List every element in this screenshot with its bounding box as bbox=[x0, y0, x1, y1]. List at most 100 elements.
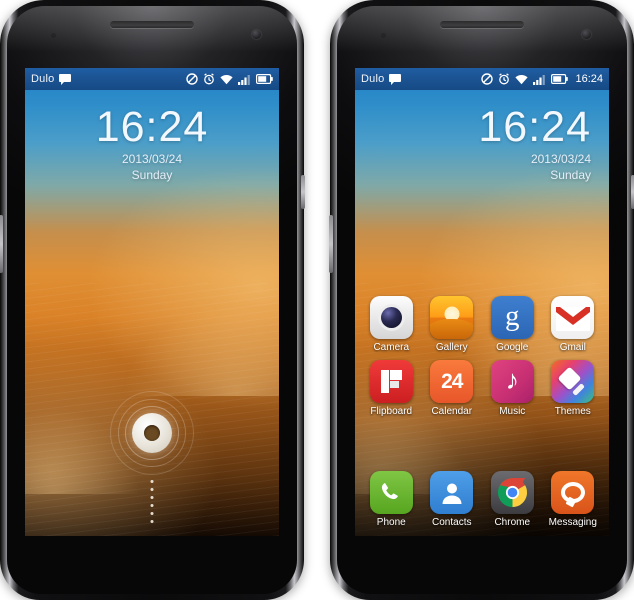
app-chrome[interactable]: Chrome bbox=[482, 471, 543, 528]
home-clock-time: 16:24 bbox=[478, 103, 591, 151]
phone-front-glass: Dulo bbox=[7, 6, 297, 594]
status-bar: Dulo bbox=[25, 68, 279, 90]
app-camera[interactable]: Camera bbox=[361, 296, 422, 353]
status-bar-left: Dulo bbox=[361, 73, 402, 85]
contacts-icon[interactable] bbox=[430, 471, 474, 514]
trail-dot bbox=[150, 480, 154, 483]
proximity-sensor-icon bbox=[381, 33, 386, 38]
music-note-glyph: ♪ bbox=[505, 364, 520, 395]
wifi-icon bbox=[220, 74, 233, 85]
battery-icon bbox=[551, 74, 569, 84]
chrome-icon[interactable] bbox=[490, 471, 534, 514]
app-label: Gallery bbox=[435, 342, 468, 353]
app-gallery[interactable]: Gallery bbox=[422, 296, 483, 353]
trail-dot bbox=[150, 520, 154, 523]
flipboard-bar bbox=[389, 381, 399, 388]
wifi-icon bbox=[515, 74, 529, 85]
speech-bubble-glyph bbox=[560, 482, 585, 503]
dock: Phone Contacts Chrome Messaging bbox=[355, 471, 609, 528]
person-glyph bbox=[442, 483, 462, 504]
app-calendar[interactable]: 24 Calendar bbox=[422, 360, 483, 417]
unlock-ring-handle[interactable] bbox=[132, 413, 172, 453]
app-grid: Camera Gallery g Google Gmail Flipboard … bbox=[355, 296, 609, 424]
app-phone[interactable]: Phone bbox=[361, 471, 422, 528]
trail-dot bbox=[150, 504, 154, 507]
calendar-day-number: 24 bbox=[441, 369, 463, 393]
google-icon[interactable]: g bbox=[490, 296, 534, 339]
status-bar: Dulo bbox=[355, 68, 609, 90]
power-button[interactable] bbox=[301, 175, 305, 209]
mute-icon bbox=[186, 73, 198, 85]
home-clock-widget[interactable]: 16:24 2013/03/24 Sunday bbox=[355, 104, 609, 183]
chrome-glyph bbox=[497, 478, 527, 507]
app-label: Chrome bbox=[494, 517, 531, 528]
app-label: Gmail bbox=[559, 342, 586, 353]
trail-dot bbox=[150, 488, 154, 491]
phone-device-homescreen: Dulo 16:24 16:24 2013/03/24 Sunday Camer… bbox=[329, 0, 634, 600]
phone-icon[interactable] bbox=[369, 471, 413, 514]
earpiece-speaker bbox=[110, 21, 194, 28]
lock-clock-day: Sunday bbox=[131, 168, 173, 182]
app-contacts[interactable]: Contacts bbox=[422, 471, 483, 528]
app-label: Google bbox=[496, 342, 529, 353]
unlock-ring[interactable] bbox=[109, 390, 195, 476]
calendar-icon[interactable]: 24 bbox=[430, 360, 474, 403]
app-flipboard[interactable]: Flipboard bbox=[361, 360, 422, 417]
gmail-icon[interactable] bbox=[551, 296, 595, 339]
front-camera-icon bbox=[252, 30, 261, 39]
camera-icon[interactable] bbox=[369, 296, 413, 339]
volume-button[interactable] bbox=[0, 215, 3, 273]
status-bar-right: 16:24 bbox=[481, 73, 603, 85]
status-bar-right bbox=[186, 73, 273, 85]
battery-icon bbox=[256, 74, 273, 84]
status-bar-left: Dulo bbox=[31, 73, 72, 85]
app-row: Camera Gallery g Google Gmail bbox=[361, 296, 603, 353]
front-camera-icon bbox=[582, 30, 591, 39]
app-label: Flipboard bbox=[370, 406, 413, 417]
google-glyph: g bbox=[505, 300, 520, 332]
gmail-envelope bbox=[555, 306, 590, 331]
music-icon[interactable]: ♪ bbox=[490, 360, 534, 403]
message-bubble-icon bbox=[59, 73, 72, 85]
app-music[interactable]: ♪ Music bbox=[482, 360, 543, 417]
app-label: Camera bbox=[373, 342, 410, 353]
app-google[interactable]: g Google bbox=[482, 296, 543, 353]
unlock-ring-hole bbox=[144, 425, 160, 441]
app-row-dock: Phone Contacts Chrome Messaging bbox=[361, 471, 603, 528]
handset-glyph bbox=[382, 482, 399, 499]
app-label: Contacts bbox=[432, 517, 472, 528]
flipboard-icon[interactable] bbox=[369, 360, 413, 403]
app-gmail[interactable]: Gmail bbox=[543, 296, 604, 353]
app-themes[interactable]: Themes bbox=[543, 360, 604, 417]
app-label: Music bbox=[499, 406, 526, 417]
status-bar-clock: 16:24 bbox=[575, 73, 603, 85]
signal-icon bbox=[238, 74, 251, 85]
flipboard-bar bbox=[380, 370, 389, 393]
mute-icon bbox=[481, 73, 494, 85]
earpiece-speaker bbox=[440, 21, 524, 28]
alarm-icon bbox=[203, 73, 215, 85]
lock-clock-date: 2013/03/24 bbox=[121, 152, 183, 166]
home-clock-date: 2013/03/24 bbox=[530, 152, 591, 166]
gallery-hill bbox=[430, 319, 474, 339]
volume-button[interactable] bbox=[329, 215, 333, 273]
phone-front-glass: Dulo bbox=[337, 6, 627, 594]
unlock-dot-trail bbox=[150, 480, 154, 523]
app-label: Calendar bbox=[431, 406, 473, 417]
app-label: Themes bbox=[554, 406, 591, 417]
flipboard-bar bbox=[389, 370, 402, 380]
home-screen[interactable]: Dulo 16:24 16:24 2013/03/24 Sunday Camer… bbox=[355, 68, 609, 536]
home-clock-day: Sunday bbox=[550, 168, 591, 182]
phone-device-lockscreen: Dulo 16:24 2013/03/24 Sunday bbox=[0, 0, 305, 600]
proximity-sensor-icon bbox=[51, 33, 56, 38]
messaging-icon[interactable] bbox=[551, 471, 595, 514]
app-row: Flipboard 24 Calendar ♪ Music Themes bbox=[361, 360, 603, 417]
camera-lens bbox=[380, 307, 402, 328]
trail-dot bbox=[150, 496, 154, 499]
lock-screen[interactable]: Dulo 16:24 2013/03/24 Sunday bbox=[25, 68, 279, 536]
app-label: Phone bbox=[376, 517, 406, 528]
scene-canvas: Dulo 16:24 2013/03/24 Sunday Dulo 16:24 … bbox=[0, 0, 634, 600]
gallery-icon[interactable] bbox=[430, 296, 474, 339]
app-messaging[interactable]: Messaging bbox=[543, 471, 604, 528]
themes-icon[interactable] bbox=[551, 360, 595, 403]
